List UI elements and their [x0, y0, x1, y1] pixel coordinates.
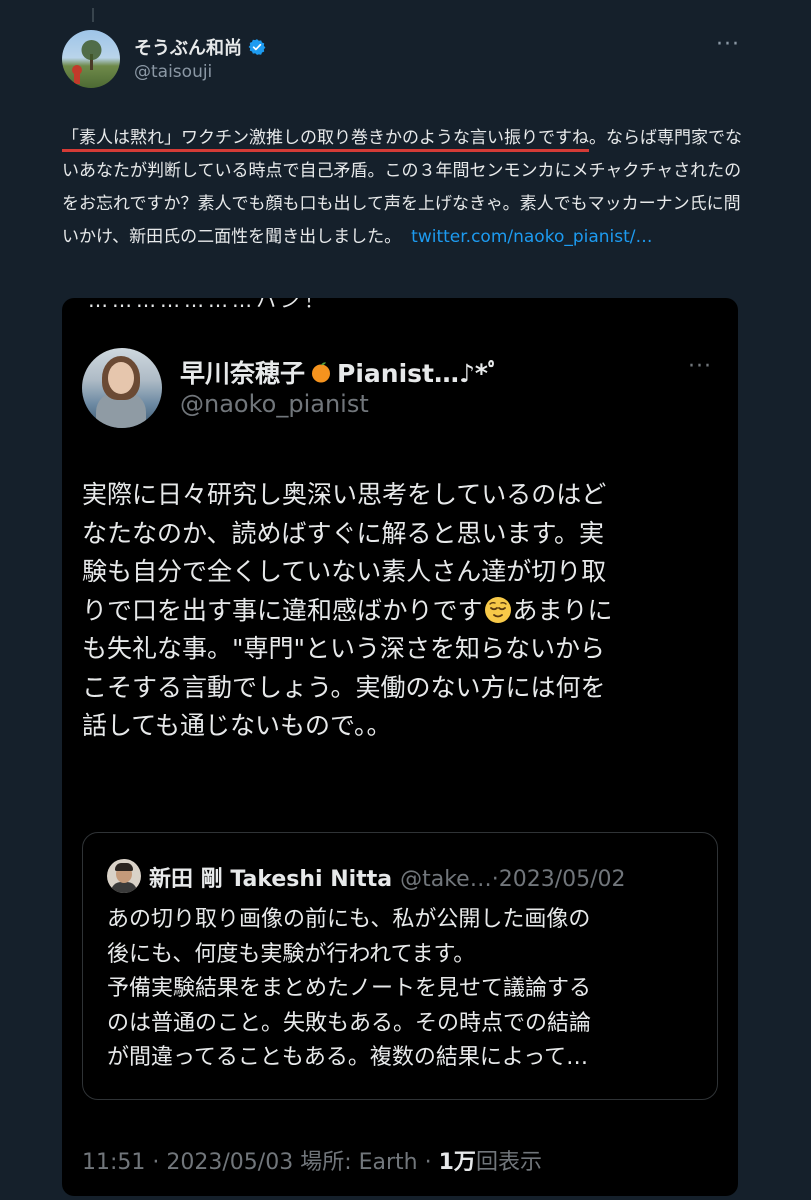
author-handle[interactable]: @taisouji: [134, 62, 212, 82]
author-avatar[interactable]: [62, 30, 120, 88]
quoted-date: 2023/05/02: [498, 867, 626, 892]
quoted-tweet-text: あの切り取り画像の前にも、私が公開した画像の 後にも、何度も実験が行われてます。…: [107, 903, 697, 1076]
tweet-text: 「素人は黙れ」ワクチン激推しの取り巻きかのような言い振りですね。ならば専門家でな…: [62, 122, 752, 254]
screenshot-text-line: も失礼な事。"専門"という深さを知らないから: [82, 634, 605, 663]
meta-location: 場所: Earth: [300, 1150, 418, 1175]
screenshot-text-segment: りで口を出す事に違和感ばかりです: [82, 595, 483, 625]
screenshot-text-line: 実際に日々研究し奥深い思考をしているのはど: [82, 480, 607, 509]
screenshot-text-line: こそする言動でしょう。実働のない方には何を: [82, 672, 606, 702]
quoted-tweet-card: 新田 剛 Takeshi Nitta @take…·2023/05/02 あの切り…: [82, 832, 718, 1100]
quoted-text-line: が間違ってることもある。複数の結果によって…: [107, 1045, 589, 1070]
author-name[interactable]: そうぶん和尚: [134, 34, 242, 60]
screenshot-author-name-suffix: Pianist…♪*ﾟ: [337, 359, 501, 388]
meta-separator: ·: [424, 1150, 432, 1175]
screenshot-author-name-row: 早川奈穂子 Pianist…♪*ﾟ: [180, 354, 501, 390]
screenshot-text-line: 験も自分で全くしていない素人さん達が切り取: [82, 557, 607, 586]
screenshot-author-avatar: [82, 348, 162, 428]
quoted-text-line: 予備実験結果をまとめたノートを見せて議論する: [107, 976, 592, 1001]
screenshot-text-line: 話しても通じないもので。。: [82, 711, 392, 740]
screenshot-text-line-with-emoji: りで口を出す事に違和感ばかりです あまりに: [82, 592, 722, 631]
screenshot-tweet-text: 実際に日々研究し奥深い思考をしているのはど なたなのか、読めばすぐに解ると思いま…: [82, 476, 722, 746]
tweet-page: そうぶん和尚 @taisouji ··· 「素人は黙れ」ワクチン激推しの取り巻き…: [0, 0, 811, 1200]
quoted-author-handle: @take…: [400, 867, 492, 892]
thread-connector-line: [92, 8, 94, 22]
verified-badge-icon: [248, 38, 266, 56]
cropped-top-text: …………………ハン！: [88, 298, 328, 312]
screenshot-author-handle: @naoko_pianist: [180, 390, 369, 418]
relieved-face-emoji-icon: [483, 595, 513, 625]
meta-separator: ·: [152, 1150, 160, 1175]
author-name-row: そうぶん和尚: [134, 34, 266, 60]
quoted-text-line: のは普通のこと。失敗もある。その時点での結論: [107, 1010, 592, 1036]
screenshot-text-segment: あまりに: [512, 595, 613, 625]
avatar-tree-image: [72, 40, 102, 84]
quoted-separator: ·: [491, 867, 499, 892]
screenshot-more-options-icon: ···: [688, 354, 712, 379]
meta-views-label: 回表示: [475, 1150, 542, 1175]
screenshot-text-line: なたなのか、読めばすぐに解ると思います。実: [82, 518, 605, 548]
meta-date: 2023/05/03: [166, 1150, 294, 1175]
meta-time: 11:51: [82, 1150, 146, 1175]
tweet-text-underlined: 「素人は黙れ」ワクチン激推しの取り巻きかのような言い振りですね: [62, 128, 589, 148]
screenshot-tweet-meta: 11:51 · 2023/05/03 場所: Earth · 1万回表示: [82, 1144, 542, 1176]
tweet-link[interactable]: twitter.com/naoko_pianist/…: [411, 227, 652, 247]
quoted-author-avatar: [107, 859, 141, 893]
quoted-author-name: 新田 剛 Takeshi Nitta: [149, 867, 393, 892]
orange-emoji-icon: [309, 360, 333, 384]
more-options-icon[interactable]: ···: [716, 32, 740, 57]
attached-screenshot-image[interactable]: …………………ハン！ 早川奈穂子 Pianist…♪*ﾟ @naoko_pian…: [62, 298, 738, 1196]
quoted-text-line: あの切り取り画像の前にも、私が公開した画像の: [107, 907, 591, 932]
screenshot-author-name: 早川奈穂子: [180, 359, 306, 388]
quoted-tweet-header: 新田 剛 Takeshi Nitta @take…·2023/05/02: [149, 861, 626, 893]
quoted-text-line: 後にも、何度も実験が行われてます。: [107, 941, 476, 967]
meta-views-count: 1万: [438, 1150, 476, 1175]
